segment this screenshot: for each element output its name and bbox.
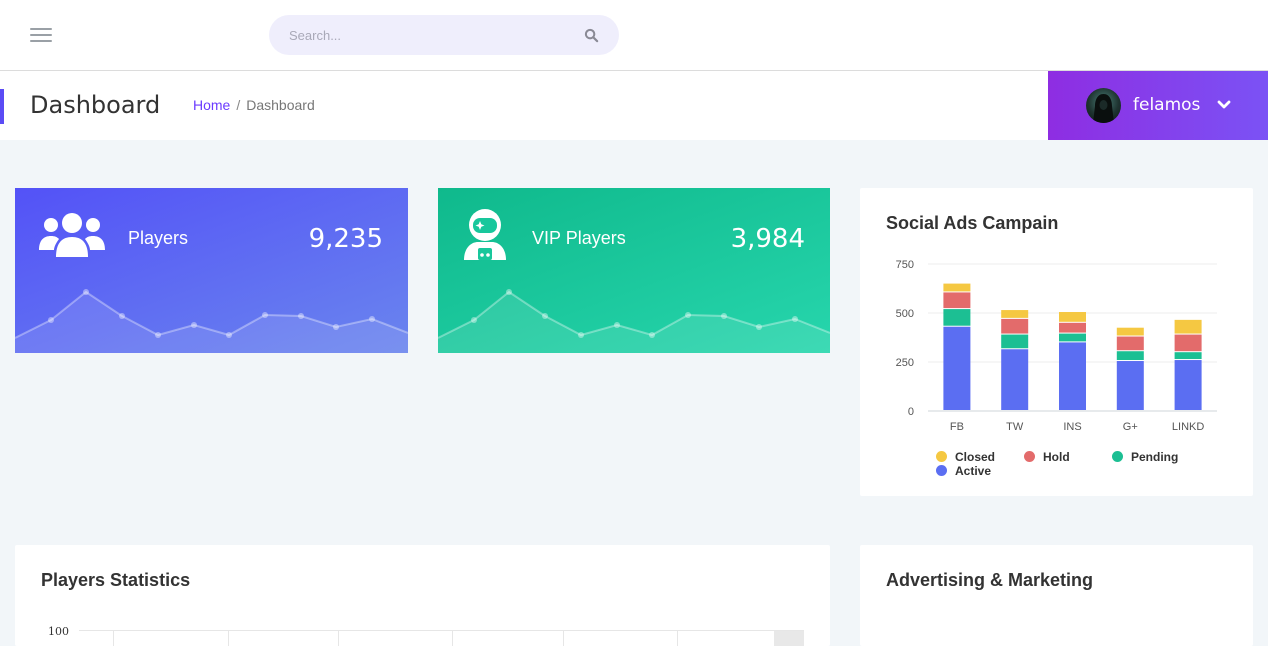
legend-label-pending: Pending [1131, 450, 1179, 464]
vip-players-value: 3,984 [730, 224, 805, 254]
y-tick-label: 250 [896, 357, 914, 369]
user-name: felamos [1133, 95, 1201, 115]
x-tick-label: LINKD [1172, 421, 1204, 433]
page-title: Dashboard [30, 91, 161, 119]
breadcrumb-separator: / [236, 97, 241, 113]
advertising-marketing-title: Advertising & Marketing [886, 570, 1094, 590]
vip-players-sparkline [438, 289, 830, 353]
y-tick-label: 500 [896, 308, 914, 320]
search-input[interactable] [289, 15, 579, 55]
legend-label-active: Active [955, 464, 992, 478]
bar-hold-linkd [1174, 334, 1202, 352]
bar-pending-ins [1059, 333, 1086, 342]
bar-closed-fb [943, 283, 971, 292]
hamburger-menu-icon[interactable] [30, 28, 52, 44]
players-value: 9,235 [308, 224, 383, 254]
x-tick-label: FB [950, 421, 964, 433]
users-icon [39, 213, 105, 257]
vip-players-label: VIP Players [532, 228, 626, 248]
players-label: Players [128, 228, 189, 248]
breadcrumb: Home / Dashboard [193, 97, 315, 113]
chevron-down-icon[interactable] [1217, 99, 1231, 111]
legend-label-closed: Closed [955, 450, 996, 464]
bar-closed-ins [1059, 312, 1086, 322]
bar-active-linkd [1174, 360, 1202, 410]
bar-active-ins [1059, 342, 1086, 410]
legend-item-active[interactable]: Active [936, 464, 991, 478]
avatar [1086, 88, 1121, 123]
legend-item-hold[interactable]: Hold [1024, 450, 1070, 464]
players-stat-card: Players 9,235 [15, 188, 408, 353]
legend-item-closed[interactable]: Closed [936, 450, 995, 464]
players-statistics-y-tick: 100 [48, 625, 69, 638]
x-tick-label: INS [1063, 421, 1081, 433]
legend-dot-active [936, 465, 947, 476]
breadcrumb-home-link[interactable]: Home [193, 97, 230, 113]
bar-pending-g+ [1116, 351, 1144, 361]
search-icon[interactable] [584, 28, 599, 43]
bar-closed-linkd [1174, 319, 1202, 334]
vip-players-stat-card: VIP Players 3,984 [438, 188, 830, 353]
social-ads-card: Social Ads Campain 750 500 250 0 FB TW INS G+ LI… [860, 188, 1253, 496]
players-statistics-title: Players Statistics [41, 570, 191, 590]
title-accent-bar [0, 89, 4, 124]
top-bar [0, 0, 1268, 71]
astronaut-icon [464, 209, 506, 260]
bar-hold-fb [943, 292, 971, 309]
legend-dot-pending [1112, 451, 1123, 462]
breadcrumb-current: Dashboard [246, 97, 315, 113]
players-statistics-card: Players Statistics 100 [15, 545, 830, 646]
bar-hold-ins [1059, 322, 1086, 333]
bar-closed-g+ [1116, 327, 1144, 336]
bar-hold-tw [1001, 318, 1029, 334]
players-statistics-grid [79, 630, 804, 646]
page-header: Dashboard Home / Dashboard felamos [0, 71, 1268, 140]
search-box [269, 15, 619, 55]
x-tick-label: G+ [1123, 421, 1138, 433]
bar-active-g+ [1116, 361, 1144, 410]
x-tick-label: TW [1006, 421, 1024, 433]
legend-dot-closed [936, 451, 947, 462]
legend-item-pending[interactable]: Pending [1112, 450, 1178, 464]
players-statistics-highlight [774, 631, 804, 646]
bar-active-tw [1001, 349, 1029, 410]
bar-hold-g+ [1116, 336, 1144, 351]
players-sparkline [15, 289, 408, 353]
advertising-marketing-card: Advertising & Marketing [860, 545, 1253, 646]
user-menu[interactable]: felamos [1048, 71, 1268, 140]
bar-pending-fb [943, 309, 971, 326]
social-ads-chart: 750 500 250 0 FB TW INS G+ LINKD [896, 259, 1217, 433]
y-tick-label: 750 [896, 259, 914, 271]
bar-closed-tw [1001, 310, 1029, 318]
avatar-image [1093, 94, 1114, 123]
bar-pending-tw [1001, 334, 1029, 349]
legend-dot-hold [1024, 451, 1035, 462]
y-tick-label: 0 [908, 406, 914, 418]
legend-label-hold: Hold [1043, 450, 1070, 464]
bar-active-fb [943, 326, 971, 410]
bar-pending-linkd [1174, 352, 1202, 360]
